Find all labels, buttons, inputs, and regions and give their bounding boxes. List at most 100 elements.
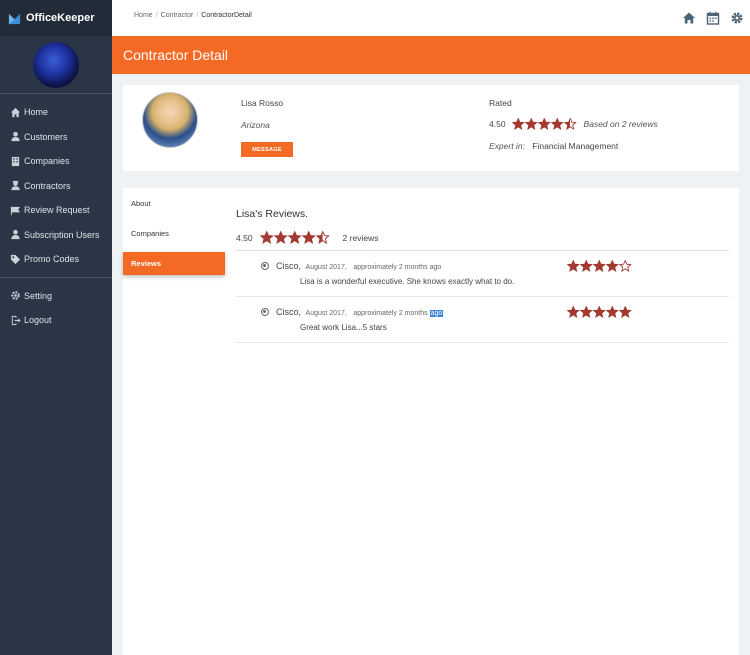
star-full-icon	[301, 231, 316, 244]
star-full-icon	[593, 306, 606, 318]
sidebar-item-review-request[interactable]: Review Request	[0, 198, 112, 223]
tag-icon	[10, 254, 21, 265]
review-radio[interactable]	[261, 262, 269, 270]
rated-label: Rated	[489, 98, 512, 108]
user-icon	[10, 229, 21, 240]
star-full-icon	[524, 118, 538, 130]
sidebar-item-customers[interactable]: Customers	[0, 125, 112, 150]
expert-value: Financial Management	[532, 141, 619, 151]
star-full-icon	[606, 260, 619, 272]
sidebar-item-logout[interactable]: Logout	[0, 308, 112, 333]
review-text: Lisa is a wonderful executive. She knows…	[300, 277, 515, 286]
contractor-name: Lisa Rosso	[241, 98, 284, 108]
sidebar-nav: Home Customers Companies Contractors Rev…	[0, 94, 112, 333]
gear-icon	[10, 290, 21, 301]
content-card: About Companies Reviews Lisa's Reviews. …	[123, 188, 739, 655]
star-full-icon	[619, 306, 632, 318]
sidebar-item-home[interactable]: Home	[0, 100, 112, 125]
review-item: Cisco, August 2017, approximately 2 mont…	[236, 251, 729, 297]
star-full-icon	[567, 306, 580, 318]
sidebar-item-label: Subscription Users	[24, 229, 100, 240]
star-half-icon	[563, 118, 577, 130]
sidebar-item-subscription-users[interactable]: Subscription Users	[0, 223, 112, 248]
reviews-title: Lisa's Reviews.	[236, 208, 309, 220]
reviews-panel: Lisa's Reviews. 4.50 2 reviews Cisco, Au…	[236, 208, 729, 343]
sidebar-avatar-wrap	[0, 36, 112, 94]
sidebar-divider	[0, 276, 112, 278]
breadcrumb-current: ContractorDetail	[201, 12, 252, 19]
sidebar-item-companies[interactable]: Companies	[0, 149, 112, 174]
tab-about[interactable]: About	[123, 188, 225, 218]
rated-row: 4.50 Based on 2 reviews	[489, 118, 658, 130]
review-stars	[567, 306, 632, 318]
flag-icon	[10, 205, 21, 216]
contractor-icon	[10, 180, 21, 191]
star-full-icon	[511, 118, 525, 130]
expert-in: Expert in: Financial Management	[489, 141, 618, 151]
based-on-reviews: Based on 2 reviews	[583, 119, 658, 129]
star-full-icon	[259, 231, 274, 244]
breadcrumb-separator: /	[196, 12, 199, 19]
home-icon[interactable]	[682, 11, 696, 25]
reviews-average-stars	[259, 231, 330, 244]
breadcrumb-separator: /	[155, 12, 158, 19]
reviews-summary: 4.50 2 reviews	[236, 231, 729, 251]
star-full-icon	[273, 231, 288, 244]
rating-stars	[511, 118, 577, 130]
top-icons	[682, 11, 744, 25]
brand-name: OfficeKeeper	[26, 12, 95, 24]
user-icon	[10, 131, 21, 142]
reviews-average: 4.50	[236, 232, 253, 243]
avatar[interactable]	[33, 41, 79, 88]
officekeeper-logo-icon	[8, 13, 21, 24]
review-author[interactable]: Cisco,	[276, 261, 301, 271]
star-empty-icon	[619, 260, 632, 272]
sidebar-item-label: Home	[24, 107, 49, 118]
detail-tabs: About Companies Reviews	[123, 188, 225, 275]
logout-icon	[10, 315, 21, 326]
home-icon	[10, 107, 21, 118]
sidebar-item-label: Promo Codes	[24, 254, 80, 265]
tab-companies[interactable]: Companies	[123, 218, 225, 248]
top-bar: Home / Contractor / ContractorDetail	[112, 0, 750, 36]
gear-icon[interactable]	[730, 11, 744, 25]
star-full-icon	[580, 260, 593, 272]
page-header: Contractor Detail	[112, 36, 750, 74]
star-full-icon	[537, 118, 551, 130]
sidebar-item-label: Logout	[24, 315, 52, 326]
review-header: Cisco, August 2017, approximately 2 mont…	[276, 261, 729, 271]
review-radio[interactable]	[261, 308, 269, 316]
sidebar-item-label: Customers	[24, 131, 68, 142]
message-button[interactable]: MESSAGE	[241, 142, 293, 157]
star-full-icon	[287, 231, 302, 244]
review-text: Great work Lisa...5 stars	[300, 323, 387, 332]
sidebar-item-label: Contractors	[24, 180, 71, 191]
review-time-ago: approximately 2 months ago	[353, 310, 444, 317]
star-full-icon	[606, 306, 619, 318]
star-full-icon	[550, 118, 564, 130]
review-time-ago-text: approximately 2 months	[353, 310, 428, 317]
profile-card: Lisa Rosso Arizona MESSAGE Rated 4.50 Ba…	[123, 85, 739, 171]
sidebar-item-setting[interactable]: Setting	[0, 284, 112, 309]
building-icon	[10, 156, 21, 167]
tab-reviews[interactable]: Reviews	[123, 252, 225, 275]
calendar-icon[interactable]	[706, 11, 720, 25]
breadcrumb-contractor[interactable]: Contractor	[161, 12, 194, 19]
star-full-icon	[580, 306, 593, 318]
expert-label: Expert in:	[489, 141, 525, 151]
review-stars	[567, 260, 632, 272]
review-author[interactable]: Cisco,	[276, 307, 301, 317]
review-time-ago: approximately 2 months ago	[353, 264, 442, 271]
sidebar-item-contractors[interactable]: Contractors	[0, 174, 112, 199]
rating-value: 4.50	[489, 119, 506, 129]
brand[interactable]: OfficeKeeper	[0, 0, 112, 36]
star-half-icon	[315, 231, 330, 244]
sidebar-item-promo-codes[interactable]: Promo Codes	[0, 247, 112, 272]
breadcrumb: Home / Contractor / ContractorDetail	[134, 12, 252, 19]
selected-text-highlight: ago	[429, 310, 444, 317]
reviews-count: 2 reviews	[342, 232, 379, 243]
breadcrumb-home[interactable]: Home	[134, 12, 153, 19]
review-header: Cisco, August 2017, approximately 2 mont…	[276, 307, 729, 317]
sidebar-item-label: Review Request	[24, 205, 90, 216]
review-item: Cisco, August 2017, approximately 2 mont…	[236, 297, 729, 343]
